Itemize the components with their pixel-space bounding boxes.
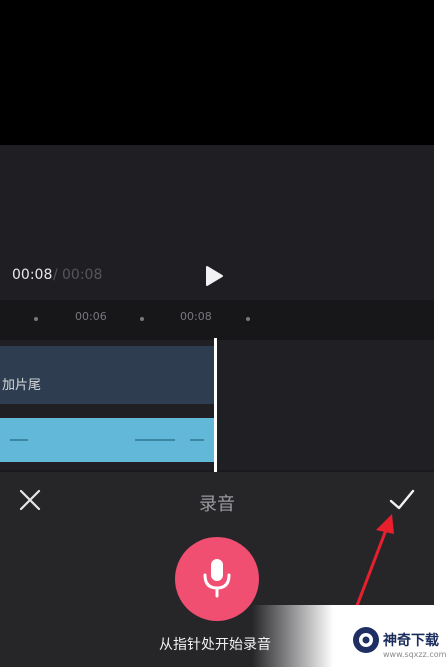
- waveform-segment: [135, 439, 175, 441]
- ruler-tick: [34, 317, 38, 321]
- video-track-clip[interactable]: 加片尾: [0, 346, 216, 404]
- time-separator: /: [53, 267, 58, 283]
- video-track-label: 加片尾: [2, 378, 42, 393]
- ruler-tick: [140, 317, 144, 321]
- waveform-segment: [10, 439, 28, 441]
- record-button[interactable]: [175, 537, 259, 621]
- current-time: 00:08: [12, 267, 53, 283]
- timeline-tracks: 加片尾: [0, 340, 434, 470]
- watermark-url: www.sqxzz.com: [383, 650, 446, 659]
- timeline-ruler[interactable]: 00:06 00:08: [0, 300, 434, 340]
- play-icon[interactable]: [204, 265, 224, 287]
- audio-track-clip[interactable]: [0, 418, 216, 462]
- video-preview: [0, 0, 434, 145]
- ruler-tick: [246, 317, 250, 321]
- watermark-name: 神奇下载: [383, 633, 439, 649]
- waveform-segment: [190, 439, 204, 441]
- ruler-label: 00:08: [180, 310, 212, 323]
- playhead[interactable]: [214, 338, 217, 473]
- watermark-logo-icon: [353, 627, 379, 653]
- total-time: 00:08: [62, 267, 103, 283]
- microphone-icon: [203, 559, 231, 598]
- ruler-label: 00:06: [75, 310, 107, 323]
